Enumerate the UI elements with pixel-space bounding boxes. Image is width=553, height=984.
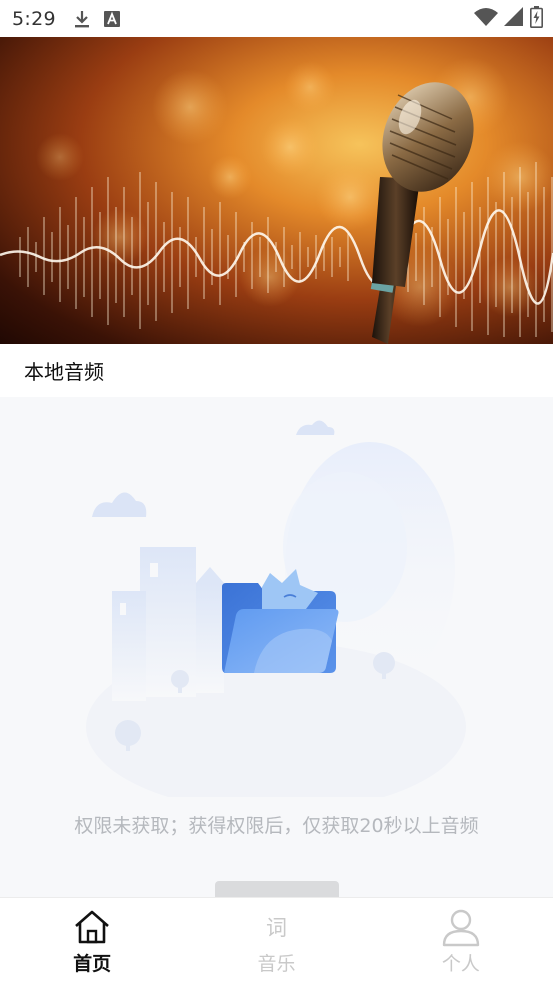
wifi-icon	[474, 7, 498, 31]
nav-item-music[interactable]: 词 音乐	[184, 898, 368, 984]
download-icon	[74, 9, 90, 29]
lyric-glyph: 词	[265, 915, 287, 940]
nav-label-home: 首页	[73, 952, 112, 975]
person-icon	[441, 907, 481, 947]
status-right-icons	[474, 0, 543, 37]
empty-state-area: 权限未获取；获得权限后，仅获取20秒以上音频	[0, 397, 553, 897]
section-header: 本地音频	[0, 344, 553, 397]
battery-icon	[530, 5, 543, 32]
section-title: 本地音频	[24, 360, 104, 384]
empty-state-message: 权限未获取；获得权限后，仅获取20秒以上音频	[74, 815, 479, 837]
nav-label-profile: 个人	[441, 952, 480, 975]
signal-icon	[504, 6, 524, 31]
nav-label-music: 音乐	[257, 952, 296, 975]
grant-permission-button[interactable]	[215, 881, 339, 897]
empty-folder-illustration	[86, 420, 466, 797]
lyric-icon: 词	[266, 907, 287, 947]
home-icon	[72, 907, 112, 947]
nav-item-profile[interactable]: 个人	[369, 898, 553, 984]
status-time: 5:29	[12, 7, 56, 30]
bottom-nav: 首页 词 音乐 个人	[0, 897, 553, 984]
microphone-banner[interactable]	[0, 37, 553, 344]
status-bar: 5:29	[0, 0, 553, 37]
keyboard-a-icon	[103, 10, 120, 27]
microphone-illustration	[0, 57, 553, 344]
nav-item-home[interactable]: 首页	[0, 898, 184, 984]
